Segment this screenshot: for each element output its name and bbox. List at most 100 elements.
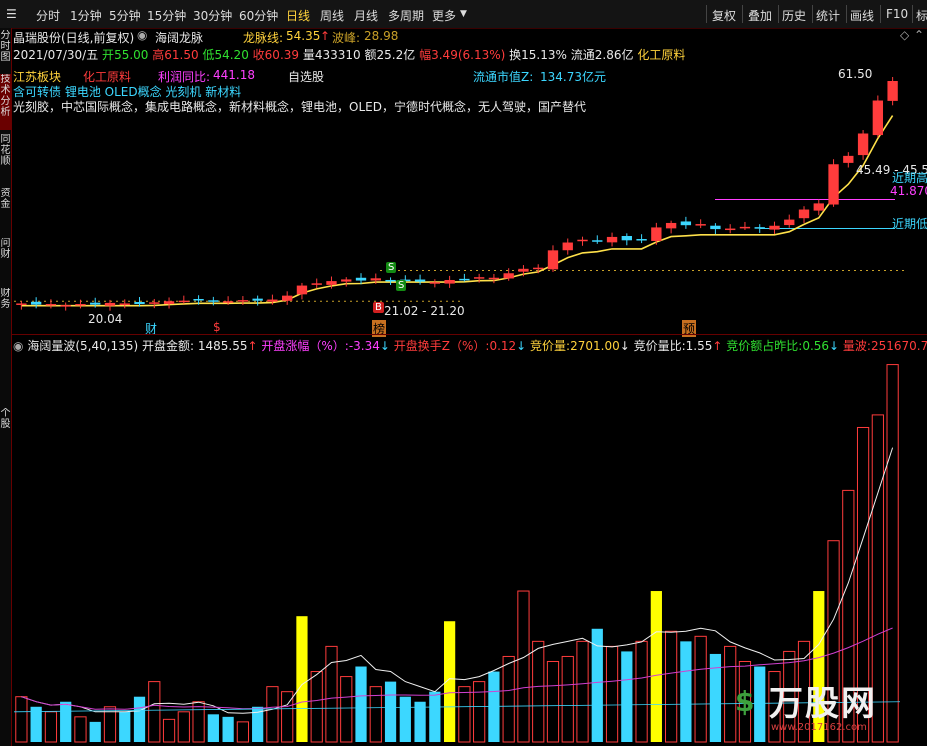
candle-body <box>621 236 632 241</box>
candle-body <box>30 301 42 305</box>
volume-panel-header: ◉ 海阔量波(5,40,135) 开盘金额: 1485.55↑ 开盘涨幅（%）:… <box>13 337 927 354</box>
candle-body <box>503 273 514 279</box>
volume-bar <box>162 718 176 743</box>
candle-body <box>163 301 175 304</box>
volume-menu-icon[interactable]: ◉ <box>13 339 23 353</box>
candle-body <box>547 250 559 270</box>
open-amount-label: 开盘金额: <box>141 339 195 353</box>
open-turnover-label: 开盘换手Z（%）: <box>393 339 490 353</box>
bid-vol-value: 2701.00 <box>570 339 620 353</box>
recent-low-label: 近期低 <box>892 217 927 231</box>
candle-body <box>488 277 500 280</box>
candle-body <box>296 285 308 295</box>
candle-body <box>414 279 426 282</box>
volume-bar <box>74 716 87 743</box>
wave-label: 量波: <box>842 339 871 353</box>
watermark-logo: $ 万股网 www.2017162.com <box>735 676 925 742</box>
candle-body <box>444 279 455 284</box>
candle-body <box>45 304 57 306</box>
panel-divider[interactable] <box>11 334 927 335</box>
candle-body <box>385 279 396 282</box>
candle-body <box>370 278 381 281</box>
volume-bar <box>473 681 486 743</box>
candle-body <box>459 278 470 281</box>
candle-body <box>828 164 839 205</box>
bid-share-label: 竞价额占昨比: <box>726 339 803 353</box>
candle-body <box>592 240 603 242</box>
candle-body <box>193 298 204 301</box>
volume-bar <box>207 714 219 742</box>
candle-body <box>149 302 160 304</box>
candle-body <box>75 304 86 306</box>
volume-bar <box>310 671 323 743</box>
sell-signal-2: S <box>396 280 407 291</box>
longmai-line <box>21 115 894 307</box>
volume-bar <box>236 721 249 743</box>
candle-body <box>857 133 869 156</box>
volume-bar <box>325 645 338 743</box>
price-high-label: 61.50 <box>838 67 873 81</box>
candle-body <box>355 277 367 281</box>
sell-signal-1: S <box>386 262 397 273</box>
open-change-label: 开盘涨幅（%）: <box>261 339 349 353</box>
candle-body <box>606 236 618 243</box>
volume-bar <box>296 616 308 742</box>
candle-body <box>222 301 234 303</box>
candle-body <box>562 242 573 251</box>
volume-bar <box>30 706 42 742</box>
candle-body <box>710 225 721 230</box>
candle-body <box>341 279 352 282</box>
candle-body <box>769 225 780 230</box>
candle-body <box>429 282 441 284</box>
candle-body <box>813 203 824 211</box>
bid-share-value: 0.56 <box>802 339 830 353</box>
volume-bar <box>266 686 279 743</box>
candle-body <box>119 303 130 305</box>
candle-body <box>90 302 101 305</box>
volume-bar <box>355 666 367 742</box>
down-arrow-icon: ↓ <box>619 339 630 353</box>
open-change-value: -3.34 <box>348 339 380 353</box>
volume-bar <box>502 655 515 743</box>
volume-indicator-name[interactable]: 海阔量波 <box>27 339 75 353</box>
candle-body <box>798 209 810 219</box>
down-arrow-icon: ↓ <box>829 339 840 353</box>
volume-bar <box>192 701 205 743</box>
logo-mark-icon: $ <box>735 685 755 718</box>
candle-body <box>178 300 189 303</box>
volume-bar <box>458 686 471 743</box>
candle-body <box>843 155 854 163</box>
volume-bar <box>148 681 161 743</box>
up-arrow-icon: ↑ <box>247 339 258 353</box>
candle-body <box>784 219 795 226</box>
candle-body <box>887 81 898 101</box>
candle-body <box>326 281 337 285</box>
buy-signal: B <box>373 302 384 313</box>
candle-body <box>282 295 293 301</box>
candlestick-chart[interactable] <box>0 0 927 746</box>
candle-body <box>60 305 71 307</box>
open-turnover-value: 0.12 <box>489 339 517 353</box>
volume-bar <box>133 696 146 742</box>
candle-body <box>695 224 706 226</box>
volume-bar <box>340 676 353 743</box>
volume-bar <box>605 645 619 743</box>
volume-params: (5,40,135) <box>75 339 139 353</box>
volume-bar <box>576 640 589 743</box>
candle-body <box>208 300 219 302</box>
volume-bar <box>414 701 426 742</box>
volume-bar <box>680 641 692 742</box>
volume-bar <box>650 591 662 742</box>
candle-body <box>739 226 751 229</box>
volume-bar <box>429 691 441 742</box>
candle-body <box>16 303 27 305</box>
marker-dollar[interactable]: $ <box>213 320 221 334</box>
candle-body <box>237 300 249 302</box>
volume-bar <box>561 655 574 743</box>
range-label: 21.02 - 21.20 <box>384 304 465 318</box>
bid-ratio-label: 竞价量比: <box>633 339 686 353</box>
recent-high-value: 41.870 <box>890 184 927 198</box>
candle-body <box>636 239 647 241</box>
volume-bar <box>44 711 58 743</box>
candle-body <box>680 221 692 226</box>
